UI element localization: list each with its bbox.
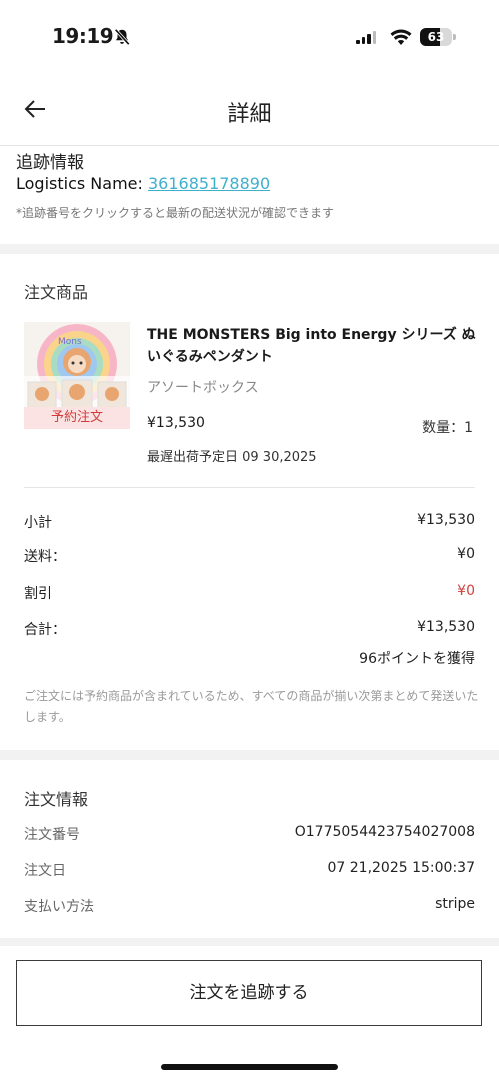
discount-value: ¥0 — [457, 583, 475, 599]
logistics-label: Logistics Name: — [16, 174, 148, 193]
shipping-label: 送料： — [24, 549, 66, 565]
signal-icon — [356, 30, 376, 44]
tracking-note: *追跡番号をクリックすると最新の配送状況が確認できます — [16, 206, 335, 220]
shipping-row: 送料： ¥0 — [24, 546, 475, 566]
product-name[interactable]: THE MONSTERS Big into Energy シリーズ ぬいぐるみペ… — [147, 324, 482, 368]
total-label: 合計： — [24, 622, 66, 638]
points-earned: 96ポイントを獲得 — [359, 651, 475, 667]
subtotal-value: ¥13,530 — [417, 512, 475, 528]
svg-text:Mons: Mons — [58, 337, 82, 347]
status-bar: 19:19 63 — [0, 0, 499, 74]
wifi-icon — [390, 29, 412, 45]
subtotal-label: 小計 — [24, 515, 52, 531]
discount-label: 割引 — [24, 586, 52, 602]
section-divider — [0, 938, 499, 946]
home-indicator[interactable] — [161, 1064, 338, 1070]
payment-method-value: stripe — [435, 896, 475, 912]
payment-method-row: 支払い方法 stripe — [24, 896, 475, 916]
product-quantity: 数量：1 — [422, 420, 473, 436]
order-date-row: 注文日 07 21,2025 15:00:37 — [24, 860, 475, 880]
tracking-title: 追跡情報 — [16, 153, 84, 173]
status-time: 19:19 — [52, 24, 114, 48]
order-date-label: 注文日 — [24, 863, 66, 879]
order-items-title: 注文商品 — [24, 283, 89, 302]
total-row: 合計： ¥13,530 — [24, 619, 475, 639]
discount-row: 割引 ¥0 — [24, 583, 475, 603]
order-date-value: 07 21,2025 15:00:37 — [327, 860, 476, 876]
track-order-button[interactable]: 注文を追跡する — [16, 960, 482, 1026]
preorder-note: ご注文には予約商品が含まれているため、すべての商品が揃い次第まとめて発送いたしま… — [24, 689, 479, 724]
ship-date: 最遅出荷予定日 09 30,2025 — [147, 450, 317, 465]
order-number-row: 注文番号 O1775054423754027008 — [24, 824, 475, 844]
divider — [24, 487, 475, 488]
product-price: ¥13,530 — [147, 415, 205, 431]
order-info-section: 注文情報 注文番号 O1775054423754027008 注文日 07 21… — [0, 760, 499, 938]
product-variant: アソートボックス — [147, 380, 259, 396]
order-number-label: 注文番号 — [24, 827, 80, 843]
payment-method-label: 支払い方法 — [24, 899, 94, 915]
subtotal-row: 小計 ¥13,530 — [24, 512, 475, 532]
logistics-row: Logistics Name: 361685178890 — [16, 174, 270, 193]
tracking-number-link[interactable]: 361685178890 — [148, 174, 270, 193]
tracking-section: 追跡情報 Logistics Name: 361685178890 *追跡番号を… — [0, 146, 499, 244]
section-divider — [0, 750, 499, 760]
battery-level-text: 63 — [427, 30, 445, 44]
page-title: 詳細 — [227, 102, 272, 127]
order-number-value[interactable]: O1775054423754027008 — [295, 824, 475, 840]
order-items-section: 注文商品 Mons 予約注文 THE MONSTERS Big into Ene… — [0, 254, 499, 750]
total-value: ¥13,530 — [417, 619, 475, 635]
battery-icon: 63 — [420, 28, 456, 46]
shipping-value: ¥0 — [457, 546, 475, 562]
order-info-title: 注文情報 — [24, 790, 89, 809]
section-divider — [0, 244, 499, 254]
bell-muted-icon — [114, 28, 130, 46]
preorder-tag: 予約注文 — [24, 407, 130, 429]
header: 詳細 — [0, 74, 499, 146]
